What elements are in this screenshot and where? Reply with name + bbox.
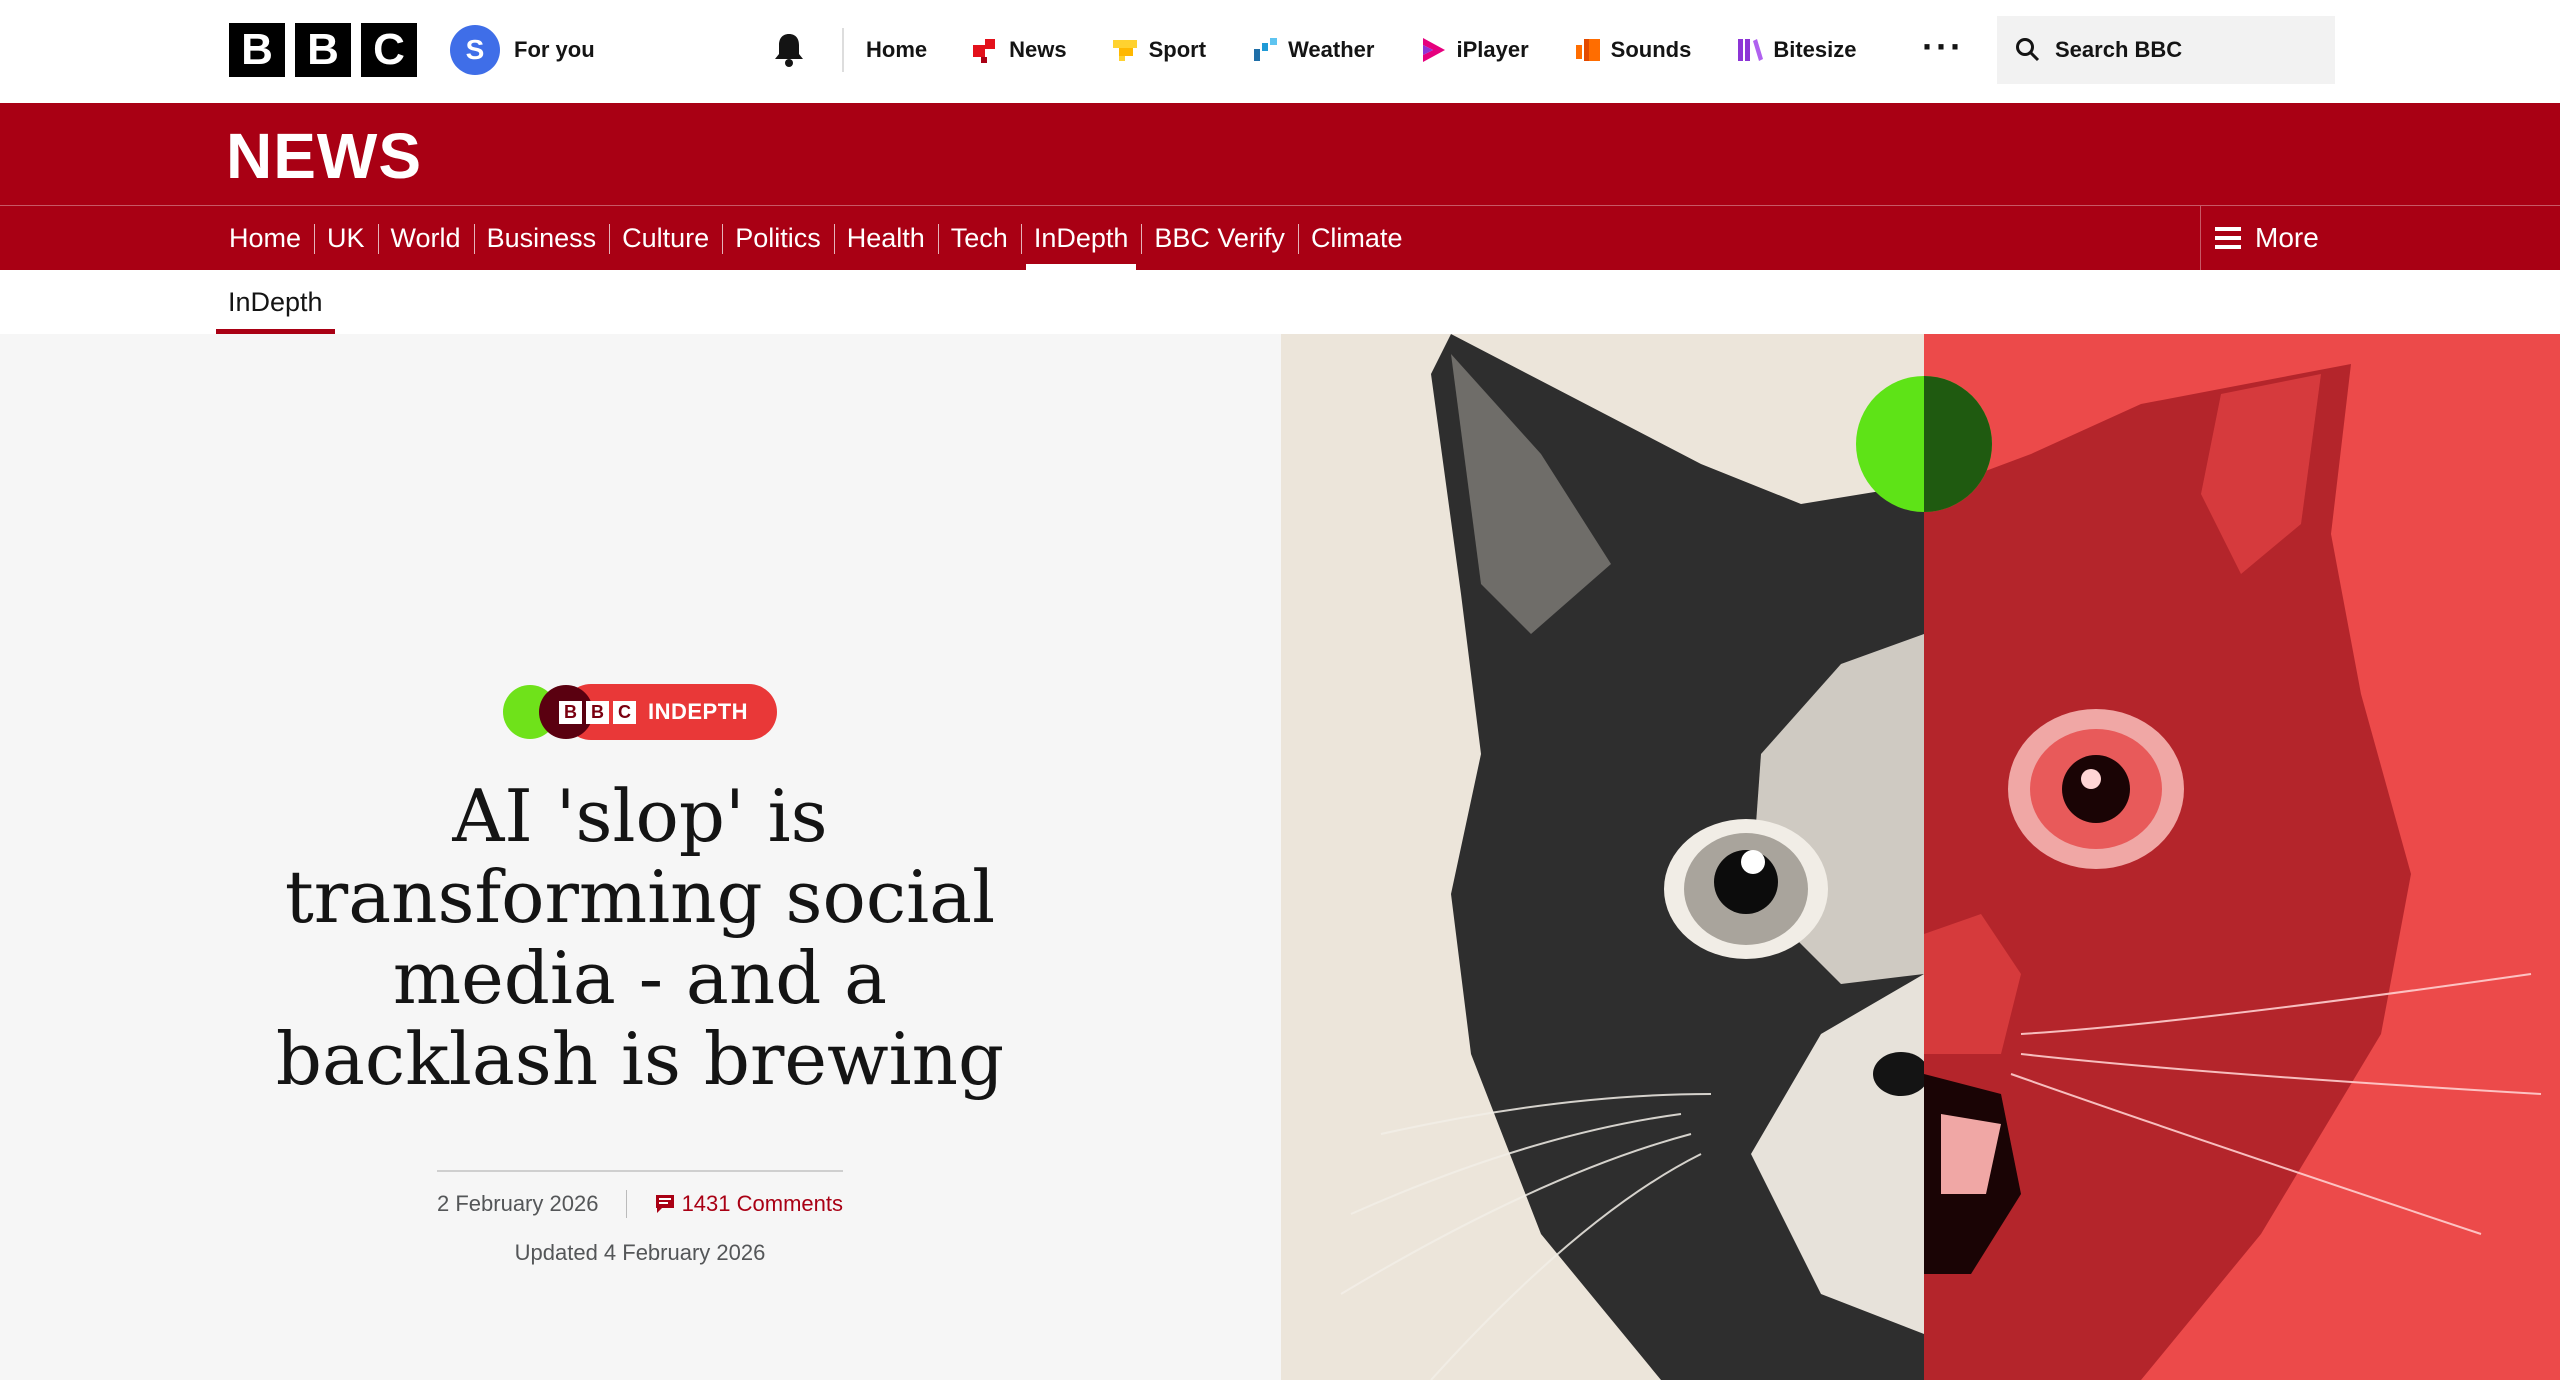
article-updated-date: Updated 4 February 2026 [514,1240,766,1265]
badge-label: INDEPTH [648,699,749,724]
global-nav-label: iPlayer [1456,37,1529,62]
bbc-global-header: B B C S For you Home News Sport Weather … [0,0,2560,103]
global-nav-sport[interactable]: Sport [1111,30,1206,70]
global-nav-label: Sport [1148,37,1207,62]
sport-icon [1112,40,1137,61]
article-meta: 2 February 2026 1431 Comments [437,1190,843,1218]
news-icon [973,39,996,63]
global-nav-label: Bitesize [1773,37,1857,62]
global-nav-label: Sounds [1610,37,1692,62]
bbc-logo[interactable]: B B C [229,23,417,77]
badge-content: B B C INDEPTH [559,684,748,740]
news-banner: NEWS [0,103,2560,205]
global-nav-home[interactable]: Home [866,30,927,70]
section-nav-bbc-verify[interactable]: BBC Verify [1141,206,1298,270]
section-nav-politics[interactable]: Politics [722,206,834,270]
badge-logo-letter: B [559,700,582,724]
headline-line: AI 'slop' is [452,774,828,858]
global-nav-iplayer[interactable]: iPlayer [1418,30,1529,70]
headline-line: media - and a [392,936,888,1020]
sub-nav-tab-indepth[interactable]: InDepth [216,270,335,334]
bbc-logo-letter: C [361,23,417,77]
article-date: 2 February 2026 [437,1191,599,1216]
search-box[interactable]: Search BBC [1997,16,2335,84]
comment-icon [655,1195,674,1213]
comments-count: 1431 Comments [681,1191,843,1216]
meta-divider [437,1170,843,1172]
notifications-bell-icon[interactable] [769,30,809,70]
search-label: Search BBC [2055,37,2183,62]
badge-logo-letter: B [586,700,609,724]
news-section-nav: Home UK World Business Culture Politics … [0,205,2560,270]
global-nav-weather[interactable]: Weather [1250,30,1374,70]
badge-logo-letter: C [613,700,636,724]
section-nav-more-label: More [2255,222,2319,253]
section-nav-climate[interactable]: Climate [1297,206,1416,270]
sub-nav: InDepth [0,270,2560,334]
badge-bbc-logo: B B C [559,700,636,724]
section-nav-indepth[interactable]: InDepth [1020,206,1142,270]
section-nav-culture[interactable]: Culture [609,206,722,270]
section-nav-more-button[interactable]: More [2200,206,2340,270]
header-divider [842,28,844,72]
avatar: S [450,25,500,75]
global-nav-label: Home [866,37,928,62]
iplayer-icon [1423,38,1446,62]
news-title[interactable]: NEWS [226,119,422,193]
for-you-label: For you [514,37,595,62]
for-you-link[interactable]: S For you [450,25,595,75]
meta-separator [625,1190,627,1218]
cat-illustration [1281,334,2560,1380]
section-nav-health[interactable]: Health [833,206,938,270]
article-headline: AI 'slop' is transforming social media -… [240,776,1040,1100]
bbc-logo-letter: B [295,23,351,77]
global-nav-sounds[interactable]: Sounds [1573,30,1692,70]
section-nav-uk[interactable]: UK [314,206,378,270]
weather-icon [1254,38,1278,61]
global-nav-bitesize[interactable]: Bitesize [1735,30,1856,70]
section-nav-business[interactable]: Business [473,206,610,270]
global-nav-news[interactable]: News [971,30,1067,70]
headline-line: transforming social [284,855,996,939]
section-nav-home[interactable]: Home [216,206,314,270]
section-nav-tech[interactable]: Tech [937,206,1021,270]
article-hero-image [1281,334,2560,1380]
bbc-global-nav: Home News Sport Weather iPlayer Sounds B… [866,30,1900,70]
global-nav-label: Weather [1288,37,1375,62]
comments-link[interactable]: 1431 Comments [654,1191,843,1217]
headline-line: backlash is brewing [275,1017,1005,1101]
hamburger-menu-icon [2215,227,2241,249]
section-nav-world[interactable]: World [377,206,474,270]
bbc-logo-letter: B [229,23,285,77]
search-icon [2016,38,2040,62]
more-menu-icon[interactable]: ··· [1922,29,1964,65]
bitesize-icon [1738,39,1764,61]
sounds-icon [1575,39,1600,61]
global-nav-label: News [1009,37,1067,62]
